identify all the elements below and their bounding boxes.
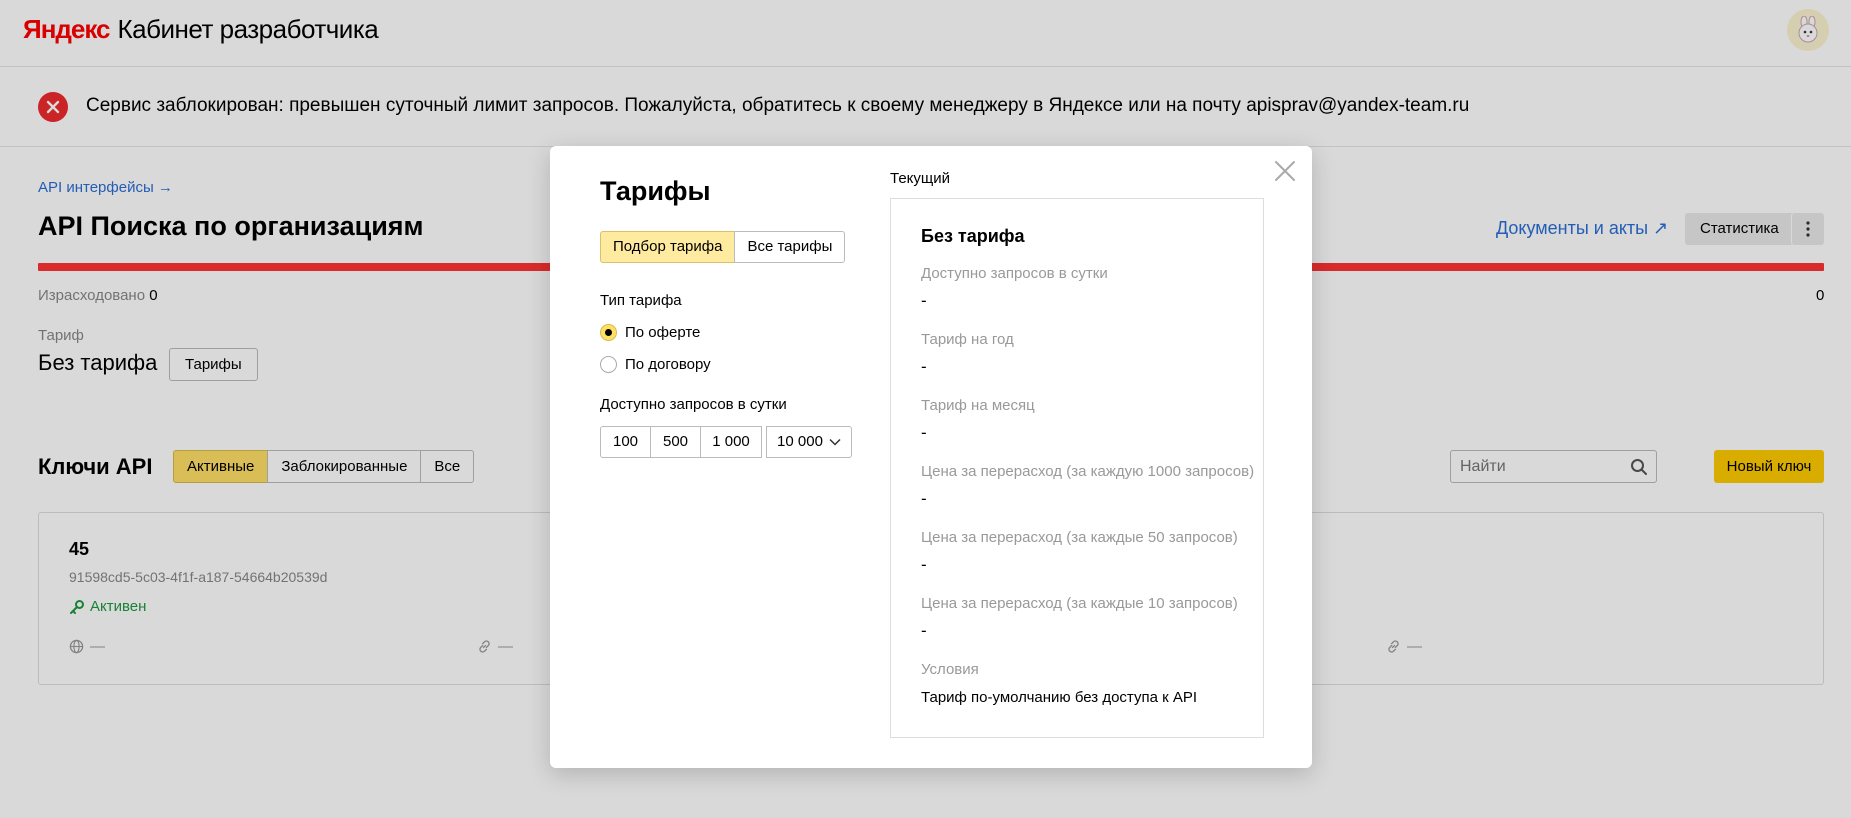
requests-label: Доступно запросов в сутки bbox=[600, 396, 787, 413]
requests-option-1000[interactable]: 1 000 bbox=[700, 426, 762, 458]
radio-offer-control[interactable] bbox=[600, 324, 617, 341]
radio-offer[interactable]: По оферте bbox=[600, 324, 700, 341]
tariffs-modal: Тарифы Подбор тарифа Все тарифы Тип тари… bbox=[550, 146, 1312, 768]
chevron-down-icon bbox=[829, 438, 841, 446]
plan-row-value: - bbox=[921, 555, 927, 574]
plan-row-value: - bbox=[921, 489, 927, 508]
plan-row-value: - bbox=[921, 423, 927, 442]
radio-contract-label: По договору bbox=[625, 356, 711, 373]
tab-tariff-selection[interactable]: Подбор тарифа bbox=[600, 231, 736, 263]
plan-row-label: Цена за перерасход (за каждые 50 запросо… bbox=[921, 529, 1238, 546]
tab-all-tariffs[interactable]: Все тарифы bbox=[734, 231, 846, 263]
requests-selector: 100 500 1 000 10 000 bbox=[600, 426, 852, 458]
plan-conditions-value: Тариф по-умолчанию без доступа к API bbox=[921, 689, 1197, 706]
requests-dropdown-value: 10 000 bbox=[777, 433, 823, 450]
tariff-mode-switch: Подбор тарифа Все тарифы bbox=[600, 231, 846, 263]
current-caption: Текущий bbox=[890, 170, 950, 187]
plan-row-label: Тариф на год bbox=[921, 331, 1014, 348]
plan-row-value: - bbox=[921, 357, 927, 376]
plan-row-label: Доступно запросов в сутки bbox=[921, 265, 1108, 282]
radio-contract-control[interactable] bbox=[600, 356, 617, 373]
plan-row-label: Тариф на месяц bbox=[921, 397, 1035, 414]
plan-row-label: Цена за перерасход (за каждую 1000 запро… bbox=[921, 463, 1255, 480]
plan-row-value: - bbox=[921, 621, 927, 640]
requests-option-500[interactable]: 500 bbox=[650, 426, 701, 458]
plan-row-value: - bbox=[921, 291, 927, 310]
plan-row-label: Цена за перерасход (за каждые 10 запросо… bbox=[921, 595, 1238, 612]
close-icon[interactable] bbox=[1273, 159, 1297, 183]
requests-dropdown[interactable]: 10 000 bbox=[766, 426, 852, 458]
tariff-type-label: Тип тарифа bbox=[600, 292, 682, 309]
current-plan-card: Без тарифа Доступно запросов в сутки - Т… bbox=[890, 198, 1264, 738]
radio-contract[interactable]: По договору bbox=[600, 356, 711, 373]
radio-offer-label: По оферте bbox=[625, 324, 701, 341]
plan-conditions-label: Условия bbox=[921, 661, 979, 678]
plan-name: Без тарифа bbox=[921, 226, 1025, 246]
modal-title: Тарифы bbox=[600, 176, 711, 206]
requests-option-100[interactable]: 100 bbox=[600, 426, 651, 458]
